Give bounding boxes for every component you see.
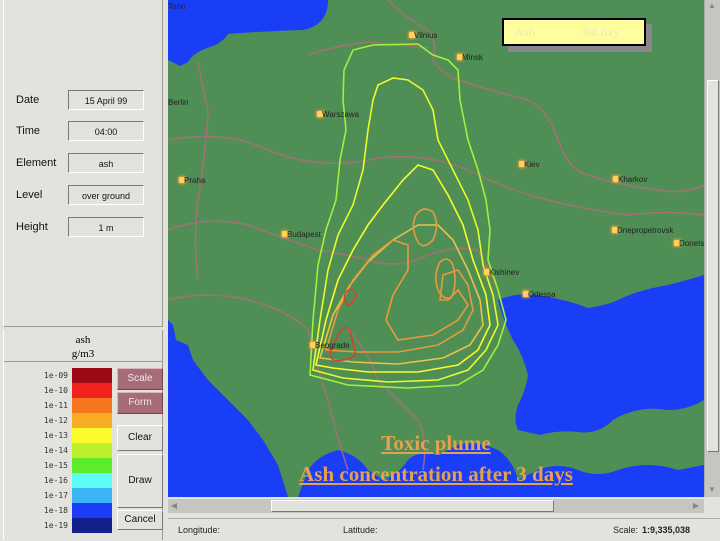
plume-contours — [309, 43, 507, 389]
map-canvas — [168, 0, 704, 497]
contour-1e-10-a — [343, 288, 357, 306]
contour-1e-14-e — [435, 258, 456, 300]
form-button[interactable]: Form — [117, 392, 163, 414]
map-label-day: 3rd day — [580, 24, 620, 39]
level-value: over ground — [68, 185, 144, 205]
scale-row: 1e-15 — [4, 458, 114, 473]
element-value: ash — [68, 153, 144, 173]
scale-color-swatch — [72, 428, 112, 443]
legend-panel: ash g/m3 1e-09 1e-10 1e-11 1e-12 1e-13 1e-14 1… — [3, 330, 163, 540]
city-label: Donetsk — [679, 239, 704, 248]
scale-row: 1e-18 — [4, 503, 114, 518]
scale-value-label: 1e-18 — [43, 506, 68, 515]
city-label: Tonn — [168, 2, 186, 11]
city-label: Vilnius — [414, 31, 438, 40]
city-label: Warszawa — [322, 110, 360, 119]
vertical-scrollbar[interactable]: ▲ ▼ — [704, 0, 720, 497]
level-label: Level — [16, 189, 43, 201]
caption-title: Toxic plume — [381, 431, 491, 455]
scale-color-swatch — [72, 473, 112, 488]
scale-row: 1e-09 — [4, 368, 114, 383]
scale-value-label: 1e-16 — [43, 476, 68, 485]
date-label: Date — [16, 94, 40, 106]
scale-value-label: 1e-17 — [43, 491, 68, 500]
control-panel: Date 15 April 99 Time 04:00 Element ash … — [0, 0, 165, 540]
scale-color-swatch — [72, 398, 112, 413]
height-label: Height — [16, 221, 48, 233]
city-label: Kishinev — [489, 268, 520, 277]
city-label: Beograde — [315, 341, 350, 350]
vertical-scroll-thumb[interactable] — [707, 80, 719, 452]
scale-row: 1e-14 — [4, 443, 114, 458]
status-bar: Longitude: Latitude: Scale: 1:9,335,038 — [168, 518, 720, 540]
scale-value: 1:9,335,038 — [642, 525, 691, 535]
scale-color-swatch — [72, 383, 112, 398]
scale-value-label: 1e-14 — [43, 446, 68, 455]
scale-row: 1e-17 — [4, 488, 114, 503]
horizontal-scroll-thumb[interactable] — [271, 500, 554, 512]
city-label: Praha — [184, 176, 206, 185]
scroll-left-arrow-icon[interactable]: ◀ — [168, 500, 180, 512]
legend-element: ash — [75, 334, 91, 346]
horizontal-scrollbar[interactable]: ◀ ▶ — [168, 499, 704, 513]
clear-button[interactable]: Clear — [117, 425, 163, 451]
height-value: 1 m — [68, 217, 144, 237]
black-sea — [498, 275, 704, 435]
baltic-sea — [168, 0, 328, 66]
map-info-label: Ash 3rd day — [502, 18, 646, 46]
info-box: Date 15 April 99 Time 04:00 Element ash … — [3, 0, 163, 327]
scale-color-swatch — [72, 503, 112, 518]
scroll-up-arrow-icon[interactable]: ▲ — [706, 0, 718, 12]
scroll-right-arrow-icon[interactable]: ▶ — [690, 500, 702, 512]
scale-value-label: 1e-15 — [43, 461, 68, 470]
contour-1e-15 — [324, 239, 474, 353]
scale-row: 1e-19 — [4, 518, 114, 533]
legend-title: ash g/m3 — [4, 330, 162, 362]
cancel-button[interactable]: Cancel — [117, 510, 163, 530]
scale-row: 1e-16 — [4, 473, 114, 488]
time-label: Time — [16, 125, 41, 137]
scale-label: Scale: — [613, 525, 639, 535]
scale-value-label: 1e-13 — [43, 431, 68, 440]
scale-color-swatch — [72, 413, 112, 428]
element-label: Element — [16, 157, 57, 169]
scale-color-swatch — [72, 443, 112, 458]
map-label-element: Ash — [514, 24, 535, 39]
scale-color-swatch — [72, 488, 112, 503]
city-label: Budapest — [287, 230, 321, 239]
map-view[interactable]: Tonn Berlin Vilnius Minsk Warszawa Praha Kiev K… — [168, 0, 704, 497]
scale-value-label: 1e-12 — [43, 416, 68, 425]
draw-button[interactable]: Draw — [117, 454, 163, 508]
scale-value-label: 1e-11 — [43, 401, 68, 410]
city-label: Berlin — [168, 98, 189, 107]
time-value: 04:00 — [68, 121, 144, 141]
scale-color-swatch — [72, 368, 112, 383]
scale-value-label: 1e-19 — [43, 521, 68, 530]
city-label: Minsk — [462, 53, 483, 62]
scale-value-label: 1e-10 — [43, 386, 68, 395]
scale-row: 1e-10 — [4, 383, 114, 398]
contour-1e-18 — [312, 77, 499, 383]
scale-value-label: 1e-09 — [43, 371, 68, 380]
scroll-down-arrow-icon[interactable]: ▼ — [706, 484, 718, 496]
city-label: Kiev — [524, 160, 540, 169]
latitude-label: Latitude: — [343, 525, 378, 535]
scale-row: 1e-11 — [4, 398, 114, 413]
contour-1e-14-ne — [412, 208, 438, 247]
city-label: Dnepropetrovsk — [617, 226, 674, 235]
date-value: 15 April 99 — [68, 90, 144, 110]
city-label: Kharkov — [618, 175, 648, 184]
scale-color-swatch — [72, 518, 112, 533]
scale-row: 1e-13 — [4, 428, 114, 443]
scale-color-swatch — [72, 458, 112, 473]
contour-1e-19 — [309, 43, 507, 389]
caption-subtitle: Ash concentration after 3 days — [299, 462, 573, 486]
legend-unit: g/m3 — [71, 348, 95, 360]
longitude-label: Longitude: — [178, 525, 221, 535]
city-label: Odessa — [528, 290, 556, 299]
scale-button[interactable]: Scale — [117, 368, 163, 390]
scale-row: 1e-12 — [4, 413, 114, 428]
